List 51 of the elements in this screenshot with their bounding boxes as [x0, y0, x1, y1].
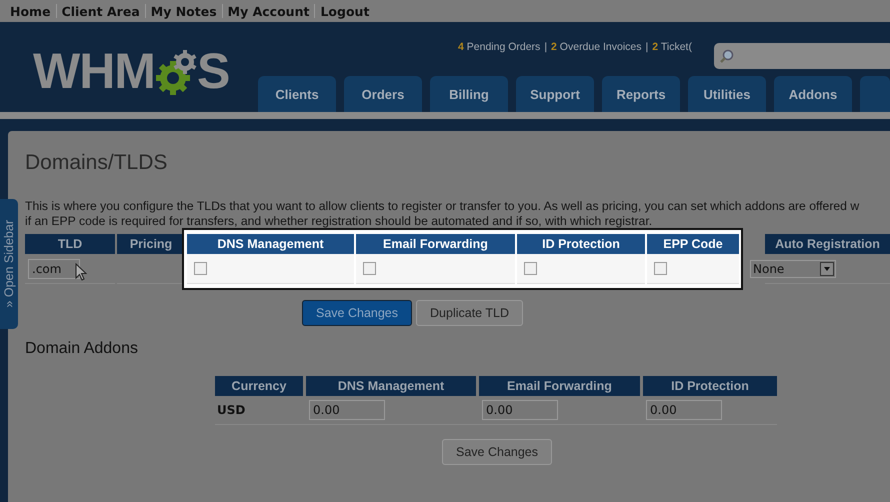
description-text: if an EPP code is required for transfers, and whether registration should be automated and if so, with which registrar.: [25, 214, 654, 229]
nav-tab[interactable]: Billing: [430, 76, 508, 112]
section-title: Domain Addons: [25, 340, 139, 359]
column-header: Currency: [215, 376, 303, 396]
nav-tab[interactable]: Utilities: [688, 76, 766, 112]
stat-link[interactable]: 2 Overdue Invoices: [551, 41, 642, 53]
table-cell-text: USD: [216, 402, 246, 419]
nav-tab[interactable]: Addons: [774, 76, 852, 112]
nav-tab[interactable]: Support: [516, 76, 594, 112]
price-input-field[interactable]: 0.00: [482, 400, 558, 420]
logo-text: S: [196, 42, 230, 100]
checkbox[interactable]: [194, 262, 207, 275]
column-header: ID Protection: [517, 234, 645, 254]
column-header: Pricing: [117, 234, 185, 254]
column-header: ID Protection: [643, 376, 777, 396]
search-field[interactable]: [714, 43, 890, 69]
checkbox[interactable]: [363, 262, 376, 275]
column-header: TLD: [25, 234, 115, 254]
nav-tab[interactable]: Clients: [258, 76, 336, 112]
stat-link[interactable]: 2 Ticket(: [652, 41, 692, 53]
separator-text: |: [646, 41, 648, 53]
column-header: Auto Registration: [765, 234, 890, 254]
stat-link[interactable]: 4 Pending Orders: [458, 41, 540, 53]
mouse-cursor-icon: [75, 263, 87, 281]
top-menu-link[interactable]: Client Area: [56, 4, 145, 18]
checkbox[interactable]: [654, 262, 667, 275]
separator-text: |: [544, 41, 548, 53]
logo-text: WHM: [33, 42, 155, 100]
open-sidebar-tab[interactable]: » Open Sidebar: [0, 199, 18, 329]
top-menu-link[interactable]: Logout: [315, 4, 374, 18]
column-header: DNS Management: [306, 376, 476, 396]
action-button[interactable]: Duplicate TLD: [416, 300, 523, 326]
price-input-field[interactable]: 0.00: [309, 400, 385, 420]
top-menu-link[interactable]: Home: [10, 4, 56, 18]
column-header: DNS Management: [187, 234, 354, 254]
tld-input-field[interactable]: .com: [28, 258, 80, 278]
nav-tab[interactable]: Reports: [602, 76, 680, 112]
save-button[interactable]: Save Changes: [442, 439, 552, 465]
nav-tab[interactable]: Orders: [344, 76, 422, 112]
search-icon: [720, 49, 734, 63]
checkbox[interactable]: [524, 262, 537, 275]
top-menu-link[interactable]: My Notes: [146, 4, 222, 18]
page-title: Domains/TLDS: [25, 151, 168, 176]
column-header: Email Forwarding: [479, 376, 640, 396]
auto-registration-select[interactable]: None: [750, 260, 836, 278]
action-button[interactable]: Save Changes: [302, 300, 412, 326]
column-header: EPP Code: [647, 234, 739, 254]
description-text: This is where you configure the TLDs that you want to allow clients to register or transfer to you. As well as pricing, you can set which addons are offered w: [25, 199, 860, 214]
column-header: Email Forwarding: [356, 234, 515, 254]
price-input-field[interactable]: 0.00: [646, 400, 722, 420]
top-menu-link[interactable]: My Account: [222, 4, 314, 18]
